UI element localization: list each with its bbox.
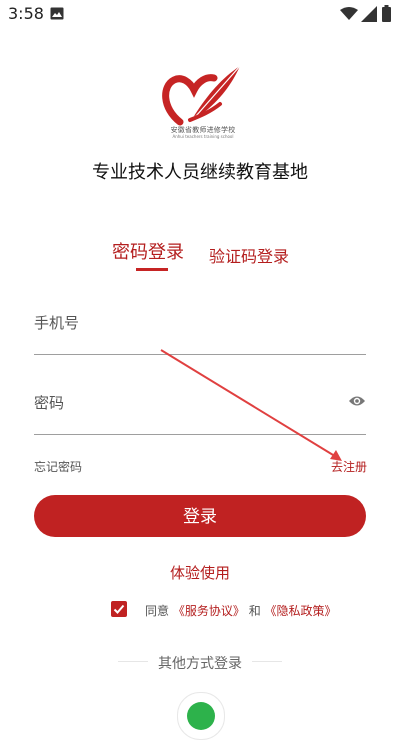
privacy-policy-link[interactable]: 《隐私政策》	[265, 604, 337, 618]
logo-subtext: Anhui teachers training school	[172, 134, 234, 139]
battery-icon	[382, 5, 391, 22]
wechat-icon	[187, 702, 215, 730]
login-button[interactable]: 登录	[34, 495, 366, 537]
signal-icon	[361, 6, 377, 22]
tab-password-login[interactable]: 密码登录	[112, 238, 184, 264]
app-title: 专业技术人员继续教育基地	[92, 162, 308, 183]
tab-indicator	[136, 268, 168, 271]
agree-label: 同意	[145, 604, 170, 618]
heart-feather-logo-icon	[162, 65, 241, 126]
check-icon	[113, 604, 125, 614]
forgot-password-link[interactable]: 忘记密码	[34, 458, 82, 475]
tab-code-login[interactable]: 验证码登录	[209, 243, 289, 267]
image-icon	[50, 7, 64, 20]
service-agreement-link[interactable]: 《服务协议》	[173, 604, 245, 618]
password-field	[34, 383, 366, 435]
password-input[interactable]	[34, 383, 324, 423]
eye-icon[interactable]	[348, 394, 366, 408]
phone-field	[34, 300, 366, 355]
agree-checkbox[interactable]	[111, 601, 127, 617]
other-login-label: 其他方式登录	[158, 656, 242, 672]
school-logo: 安徽省教师进修学校 Anhui teachers training school	[160, 64, 242, 140]
agreement-text: 同意 《服务协议》 和 《隐私政策》	[145, 602, 337, 619]
register-link[interactable]: 去注册	[331, 458, 367, 475]
phone-input[interactable]	[34, 303, 324, 343]
trial-use-link[interactable]: 体验使用	[0, 562, 400, 583]
wifi-icon	[340, 7, 358, 20]
status-time: 3:58	[8, 4, 44, 23]
status-bar: 3:58	[0, 0, 400, 28]
and-label: 和	[248, 604, 261, 618]
wechat-login-button[interactable]	[177, 692, 225, 740]
agreement-row: 同意 《服务协议》 和 《隐私政策》	[111, 601, 371, 619]
